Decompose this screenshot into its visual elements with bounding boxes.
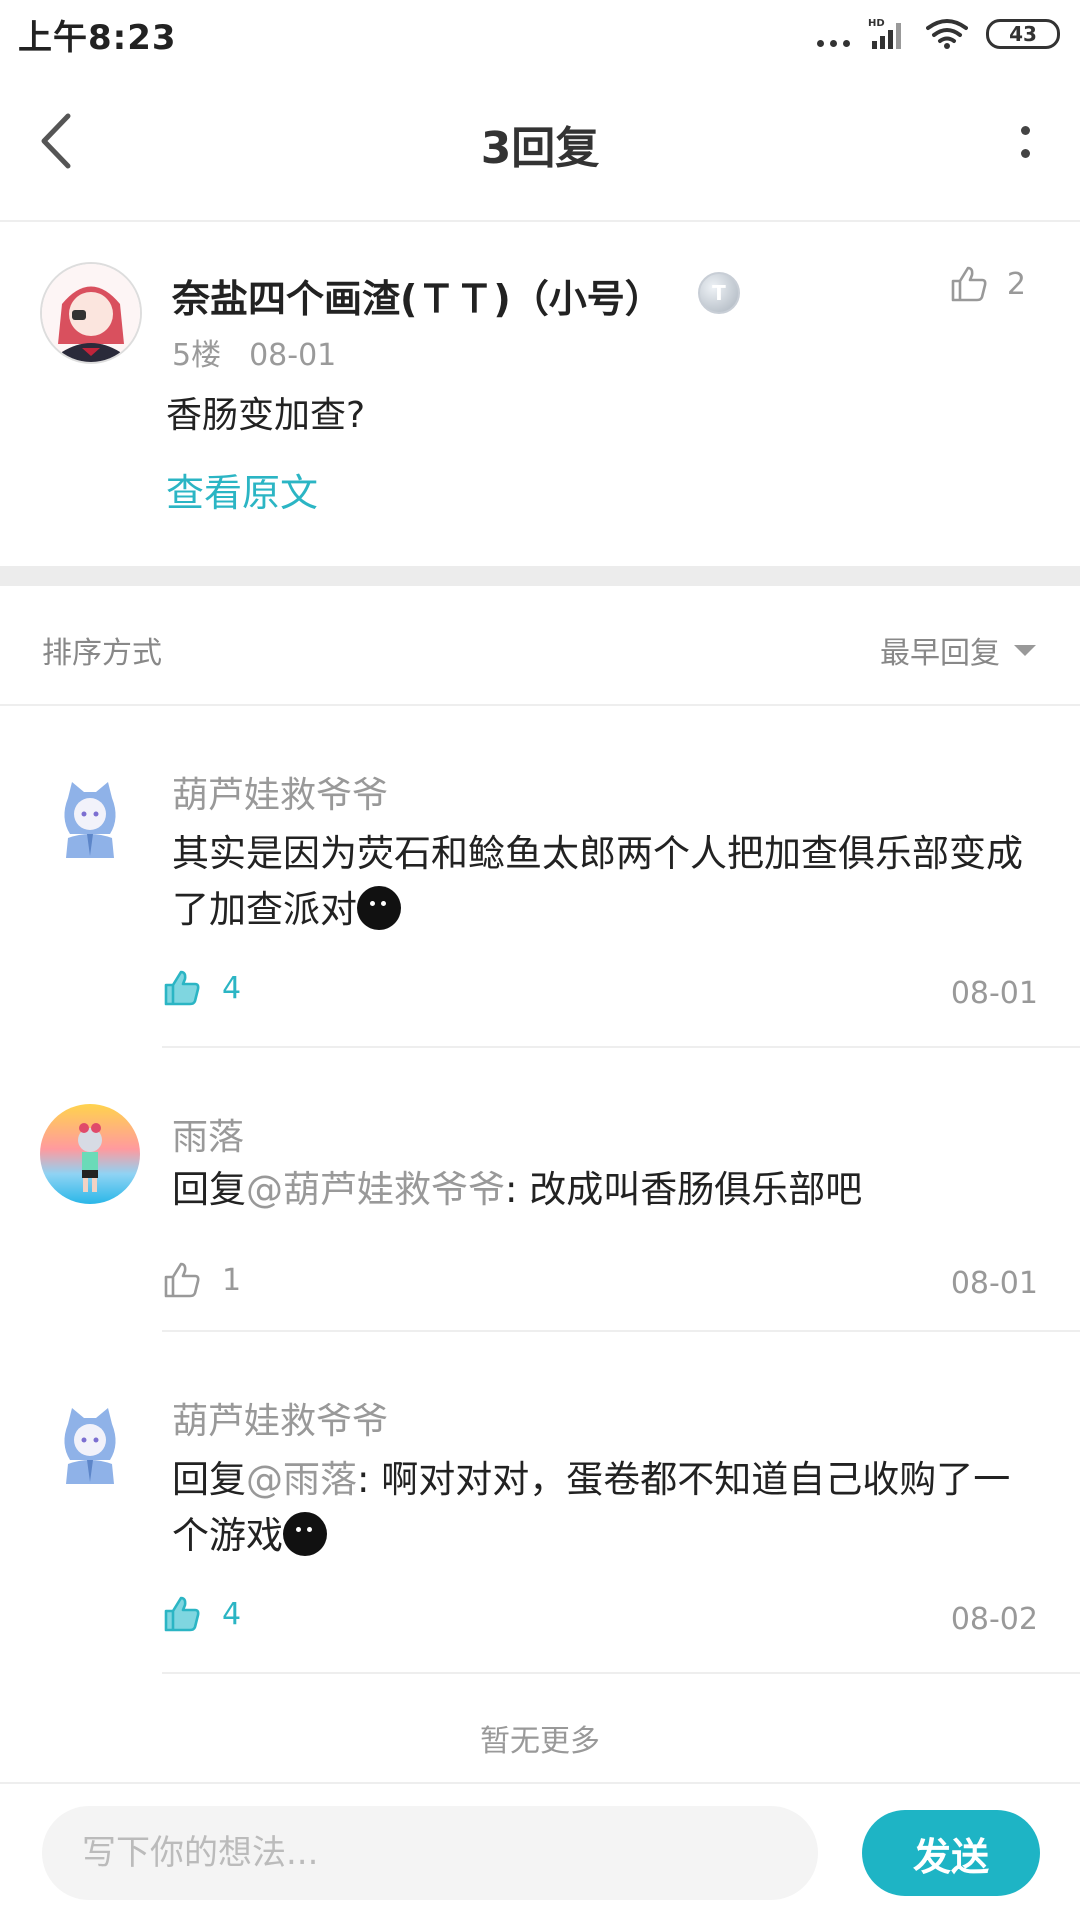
reply-body: 其实是因为荧石和鲶鱼太郎两个人把加查俱乐部变成了加查派对	[172, 832, 1023, 931]
post-like-button[interactable]: 2	[949, 264, 1026, 304]
battery-level: 43	[1009, 22, 1037, 46]
dot	[1020, 126, 1030, 135]
status-bar: 上午8:23 HD 43	[0, 0, 1080, 70]
reply-like-button[interactable]: 4	[162, 968, 241, 1008]
avatar-image	[40, 1394, 140, 1494]
avatar[interactable]	[40, 1394, 140, 1494]
reply-date: 08-01	[950, 1266, 1038, 1301]
mention-link[interactable]: @雨落	[246, 1458, 357, 1501]
section-divider	[0, 566, 1080, 586]
reply-item: 葫芦娃救爷爷 回复@雨落: 啊对对对，蛋卷都不知道自己收购了一个游戏 4 08-…	[0, 1332, 1080, 1674]
page-title: 3回复	[480, 123, 600, 174]
post-content: 香肠变加查?	[166, 395, 366, 436]
reply-text: 回复@雨落: 啊对对对，蛋卷都不知道自己收购了一个游戏	[172, 1452, 1042, 1564]
avatar[interactable]	[40, 262, 142, 364]
avatar[interactable]	[40, 1104, 140, 1204]
smirk-emoji-icon	[357, 886, 401, 930]
thumbs-up-filled-icon	[164, 1596, 200, 1632]
post-date: 08-01	[249, 338, 337, 373]
svg-text:HD: HD	[868, 18, 885, 29]
reply-username[interactable]: 葫芦娃救爷爷	[172, 1392, 388, 1444]
status-icons: HD 43	[817, 14, 1060, 54]
send-button[interactable]: 发送	[862, 1810, 1040, 1896]
view-original-link[interactable]: 查看原文	[166, 462, 318, 517]
sort-bar: 排序方式 最早回复	[0, 586, 1080, 706]
badge-text: T	[712, 281, 726, 305]
reply-like-button[interactable]: 4	[162, 1594, 241, 1634]
wifi-icon	[926, 19, 968, 49]
avatar-image	[42, 264, 140, 362]
dot	[1020, 149, 1030, 158]
post-author-name[interactable]: 奈盐四个画渣(ＴＴ)（小号）	[172, 268, 663, 323]
comment-input[interactable]	[42, 1806, 818, 1900]
cellular-signal-icon: HD	[868, 18, 901, 49]
reply-body: : 改成叫香肠俱乐部吧	[505, 1168, 863, 1211]
avatar-image	[40, 768, 140, 868]
like-count: 1	[222, 1262, 242, 1298]
like-count: 4	[222, 1596, 242, 1632]
thumbs-up-filled-icon	[164, 970, 200, 1006]
reply-like-button[interactable]: 1	[162, 1260, 241, 1300]
reply-date: 08-02	[950, 1602, 1038, 1637]
status-time: 上午8:23	[18, 18, 177, 58]
sort-dropdown[interactable]: 最早回复	[880, 628, 1036, 672]
header: 3回复	[0, 70, 1080, 222]
reply-item: 雨落 回复@葫芦娃救爷爷: 改成叫香肠俱乐部吧 1 08-01	[0, 1048, 1080, 1332]
like-count: 4	[222, 970, 242, 1006]
mention-link[interactable]: @葫芦娃救爷爷	[246, 1168, 505, 1211]
divider	[162, 1672, 1080, 1674]
thumbs-up-icon	[164, 1262, 200, 1298]
caret-down-icon	[1014, 644, 1036, 656]
more-dots-icon	[817, 19, 850, 49]
original-post: 奈盐四个画渣(ＴＴ)（小号） T 5楼 08-01 香肠变加查? 查看原文 2	[0, 222, 1080, 564]
battery-icon: 43	[986, 19, 1060, 49]
sort-label: 排序方式	[42, 636, 162, 671]
reply-item: 葫芦娃救爷爷 其实是因为荧石和鲶鱼太郎两个人把加查俱乐部变成了加查派对 4 08…	[0, 706, 1080, 1048]
reply-username[interactable]: 雨落	[172, 1108, 244, 1160]
reply-text: 其实是因为荧石和鲶鱼太郎两个人把加查俱乐部变成了加查派对	[172, 826, 1042, 938]
avatar[interactable]	[40, 768, 140, 868]
like-count: 2	[1006, 266, 1026, 302]
comment-bar: 发送	[0, 1782, 1080, 1922]
smirk-emoji-icon	[283, 1512, 327, 1556]
post-meta: 5楼 08-01	[172, 330, 336, 374]
avatar-image	[40, 1104, 140, 1204]
no-more-text: 暂无更多	[480, 1724, 600, 1759]
thumbs-up-icon	[951, 266, 987, 302]
sort-value: 最早回复	[880, 636, 1000, 671]
floor-number: 5楼	[172, 338, 222, 373]
reply-prefix: 回复	[172, 1458, 246, 1501]
reply-username[interactable]: 葫芦娃救爷爷	[172, 766, 388, 818]
reply-text: 回复@葫芦娃救爷爷: 改成叫香肠俱乐部吧	[172, 1162, 1042, 1218]
level-badge-icon: T	[698, 272, 740, 314]
reply-date: 08-01	[950, 976, 1038, 1011]
reply-prefix: 回复	[172, 1168, 246, 1211]
more-menu-button[interactable]	[1010, 112, 1040, 172]
